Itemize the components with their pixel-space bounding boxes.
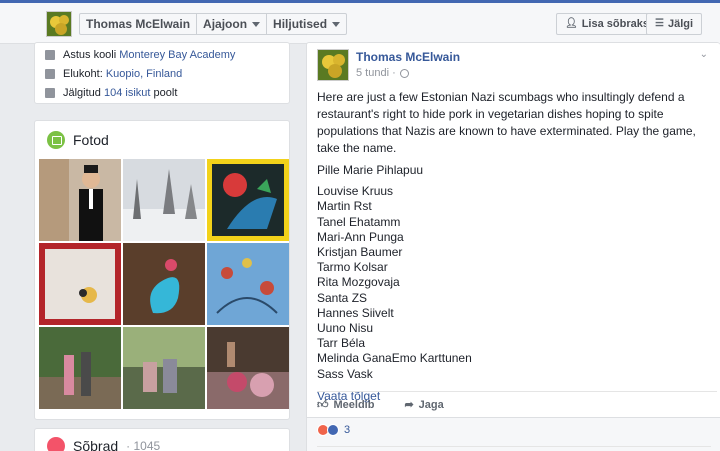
recent-button[interactable]: Hiljutised bbox=[267, 14, 346, 34]
followed-suffix: poolt bbox=[150, 87, 178, 99]
list-item: Santa ZS bbox=[317, 290, 368, 305]
chevron-down-icon bbox=[252, 21, 261, 27]
like-reaction-icon bbox=[327, 424, 339, 436]
friends-count: · 1045 bbox=[126, 439, 161, 451]
intro-followers-row: Jälgitud 104 isikut poolt bbox=[45, 87, 177, 99]
reactions-bar: 3 bbox=[307, 417, 720, 451]
profile-name-label: Thomas McElwain bbox=[86, 17, 191, 31]
reaction-count: 3 bbox=[344, 424, 351, 436]
intro-card: Astus kooli Monterey Bay Academy Elukoht… bbox=[34, 42, 290, 104]
followers-link[interactable]: 104 isikut bbox=[104, 87, 150, 99]
school-link[interactable]: Monterey Bay Academy bbox=[119, 49, 235, 61]
share-button[interactable]: ➦ Jaga bbox=[404, 398, 444, 412]
post-card: Thomas McElwain 5 tundi · ⌄ Here are jus… bbox=[306, 42, 720, 451]
home-link[interactable]: Kuopio, Finland bbox=[106, 68, 182, 80]
friends-card: Sõbrad · 1045 bbox=[34, 428, 290, 451]
friends-title-label: Sõbrad bbox=[73, 438, 119, 451]
list-item: Uuno Nisu bbox=[317, 321, 374, 336]
post-actions: 👍︎ Meeldib ➦ Jaga bbox=[317, 391, 717, 417]
photo-thumb[interactable] bbox=[123, 243, 205, 325]
header-avatar[interactable] bbox=[46, 11, 72, 37]
list-item: Louvise Kruus bbox=[317, 184, 394, 199]
post-author-name[interactable]: Thomas McElwain bbox=[356, 50, 460, 64]
list-item: Tarr Béla bbox=[317, 336, 366, 351]
photo-thumb[interactable] bbox=[39, 159, 121, 241]
intro-school-row: Astus kooli Monterey Bay Academy bbox=[45, 49, 235, 61]
photo-thumb[interactable] bbox=[123, 327, 205, 409]
list-item: Rita Mozgovaja bbox=[317, 275, 400, 290]
intro-home-row: Elukoht: Kuopio, Finland bbox=[45, 68, 182, 80]
photo-thumb[interactable] bbox=[123, 159, 205, 241]
add-friend-icon: 👤︎ bbox=[565, 18, 578, 29]
chevron-down-icon bbox=[332, 21, 341, 27]
timeline-label: Ajajoon bbox=[203, 17, 248, 31]
list-item: Hannes Siivelt bbox=[317, 305, 394, 320]
share-label: Jaga bbox=[418, 398, 444, 411]
list-item: Melinda GanaEmo Karttunen bbox=[317, 351, 472, 366]
friends-icon bbox=[47, 437, 65, 451]
reaction-summary[interactable]: 3 bbox=[317, 424, 350, 436]
photos-icon bbox=[47, 131, 65, 149]
list-item: Mari-Ann Punga bbox=[317, 229, 404, 244]
list-item: Martin Rst bbox=[317, 199, 372, 214]
photo-thumb[interactable] bbox=[207, 159, 289, 241]
add-friend-label: Lisa sõbraks bbox=[581, 18, 649, 30]
photos-title[interactable]: Fotod bbox=[47, 131, 109, 149]
photo-thumb[interactable] bbox=[207, 243, 289, 325]
follow-button[interactable]: ☰ Jälgi bbox=[646, 13, 703, 35]
share-arrow-icon: ➦ bbox=[404, 399, 414, 411]
list-item: Pille Marie Pihlapuu bbox=[317, 163, 424, 177]
list-item: Tarmo Kolsar bbox=[317, 260, 388, 275]
photo-thumb[interactable] bbox=[39, 327, 121, 409]
photo-thumb[interactable] bbox=[39, 243, 121, 325]
followers-icon bbox=[45, 88, 55, 98]
home-icon bbox=[45, 69, 55, 79]
school-prefix: Astus kooli bbox=[63, 49, 120, 61]
like-label: Meeldib bbox=[333, 398, 375, 411]
divider bbox=[317, 446, 711, 447]
post-text: Here are just a few Estonian Nazi scumba… bbox=[317, 90, 696, 155]
profile-nav-buttons: Thomas McElwain Ajajoon Hiljutised bbox=[79, 13, 348, 35]
globe-icon bbox=[399, 68, 409, 78]
followed-prefix: Jälgitud bbox=[63, 87, 104, 99]
education-icon bbox=[45, 50, 55, 60]
list-item: Kristjan Baumer bbox=[317, 245, 403, 260]
timeline-button[interactable]: Ajajoon bbox=[197, 14, 268, 34]
photo-grid bbox=[39, 159, 289, 409]
photos-title-label: Fotod bbox=[73, 132, 109, 148]
thumbs-up-icon: 👍︎ bbox=[317, 399, 329, 411]
profile-name-button[interactable]: Thomas McElwain bbox=[80, 14, 198, 34]
home-prefix: Elukoht: bbox=[63, 68, 106, 80]
post-options-chevron-icon[interactable]: ⌄ bbox=[700, 49, 708, 60]
photos-card: Fotod bbox=[34, 120, 290, 420]
follow-label: Jälgi bbox=[667, 18, 694, 30]
profile-header-bar: Thomas McElwain Ajajoon Hiljutised 👤︎ Li… bbox=[0, 3, 720, 44]
post-body: Here are just a few Estonian Nazi scumba… bbox=[317, 89, 715, 405]
rss-icon: ☰ bbox=[655, 18, 664, 29]
photo-thumb[interactable] bbox=[207, 327, 289, 409]
list-item: Sass Vask bbox=[317, 366, 373, 381]
post-author-avatar[interactable] bbox=[317, 49, 349, 81]
like-button[interactable]: 👍︎ Meeldib bbox=[317, 398, 375, 412]
names-list: Pille Marie Pihlapuu Louvise Kruus Marti… bbox=[317, 163, 715, 382]
friends-title[interactable]: Sõbrad · 1045 bbox=[47, 437, 160, 451]
post-time-label: 5 tundi · bbox=[356, 67, 396, 79]
add-friend-button[interactable]: 👤︎ Lisa sõbraks bbox=[556, 13, 658, 35]
post-timestamp[interactable]: 5 tundi · bbox=[356, 67, 409, 79]
recent-label: Hiljutised bbox=[273, 17, 328, 31]
list-item: Tanel Ehatamm bbox=[317, 214, 401, 229]
